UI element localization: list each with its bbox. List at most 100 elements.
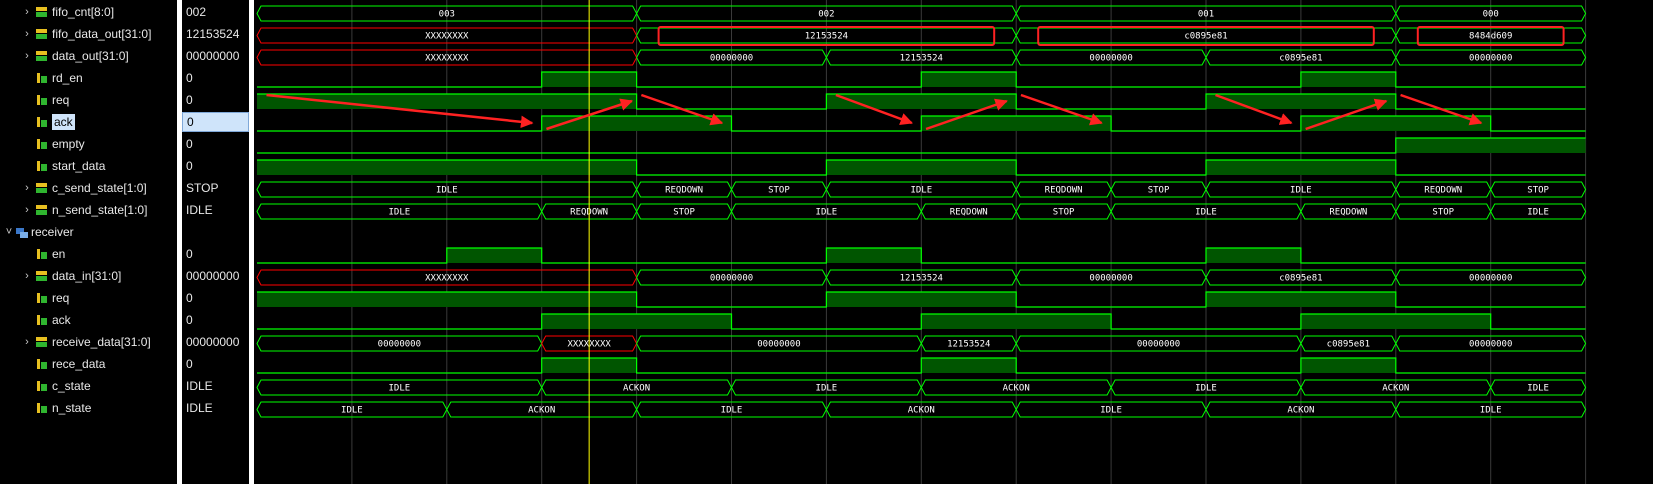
signal-row[interactable]: › data_in[31:0] — [0, 266, 177, 286]
signal-row[interactable]: › receive_data[31:0] — [0, 332, 177, 352]
signal-value: 0 — [186, 71, 193, 85]
bus-value-label: REQDOWN — [950, 208, 988, 218]
signal-value: 0 — [186, 291, 193, 305]
signal-value-cell[interactable]: 00000000 — [182, 46, 249, 66]
signal-value-cell[interactable]: STOP — [182, 178, 249, 198]
bit-signal-icon — [36, 357, 48, 370]
chevron-right-icon[interactable]: › — [22, 27, 32, 41]
bus-value-label: STOP — [1053, 208, 1075, 218]
bus-value-label: IDLE — [389, 208, 411, 218]
bus-value-label: 00000000 — [1089, 54, 1132, 64]
signal-value-cell[interactable]: 0 — [182, 68, 249, 88]
chevron-right-icon[interactable]: › — [22, 49, 32, 63]
signal-value-cell[interactable] — [182, 222, 249, 242]
signal-row[interactable]: n_state — [0, 398, 177, 418]
signal-row[interactable]: › fifo_cnt[8:0] — [0, 2, 177, 22]
signal-value-cell[interactable]: 0 — [182, 156, 249, 176]
bus-value-label: ACKON — [908, 406, 935, 416]
signal-name: data_out[31:0] — [52, 49, 129, 63]
bus-value-label: 12153524 — [900, 274, 943, 284]
signal-value-cell[interactable]: 0 — [182, 354, 249, 374]
bus-value-label: ACKON — [1003, 384, 1030, 394]
chevron-right-icon[interactable]: › — [22, 335, 32, 349]
signal-row[interactable]: ack — [0, 112, 177, 132]
bus-value-label: IDLE — [721, 406, 743, 416]
bus-value-label: 00000000 — [757, 340, 800, 350]
signal-high-fill — [921, 116, 1112, 131]
waveform-canvas[interactable]: 003 002 001 000 XXXXXXXX 12153524 c0895e81 8484… — [254, 0, 1653, 484]
bus-signal-icon — [36, 49, 48, 62]
signal-row[interactable]: › data_out[31:0] — [0, 46, 177, 66]
bit-signal-icon — [36, 115, 48, 128]
signal-row[interactable]: empty — [0, 134, 177, 154]
signal-value: 00000000 — [186, 269, 240, 283]
signal-high-fill — [826, 248, 922, 263]
bus-value-label: IDLE — [1480, 406, 1502, 416]
signal-name: c_state — [52, 379, 91, 393]
signal-row[interactable]: start_data — [0, 156, 177, 176]
signal-name: ack — [52, 313, 71, 327]
bus-value-label: 00000000 — [1137, 340, 1180, 350]
chevron-down-icon[interactable]: ˅ — [4, 225, 14, 239]
bus-value-label: 00000000 — [1469, 274, 1512, 284]
bit-signal-icon — [36, 159, 48, 172]
signal-row[interactable]: › fifo_data_out[31:0] — [0, 24, 177, 44]
signal-value-cell[interactable]: 00000000 — [182, 332, 249, 352]
signal-name: fifo_cnt[8:0] — [52, 5, 115, 19]
signal-value: 0 — [186, 247, 193, 261]
signal-row[interactable]: rece_data — [0, 354, 177, 374]
signal-value-cell[interactable]: 0 — [182, 112, 249, 132]
signal-value: 0 — [186, 159, 193, 173]
signal-row[interactable]: req — [0, 288, 177, 308]
signal-value-cell[interactable]: 0 — [182, 90, 249, 110]
bit-signal-icon — [36, 137, 48, 150]
bus-value-label: IDLE — [1290, 186, 1312, 196]
bit-signal-icon — [36, 93, 48, 106]
signal-value-cell[interactable]: 0 — [182, 244, 249, 264]
chevron-right-icon[interactable]: › — [22, 181, 32, 195]
bus-signal-icon — [36, 181, 48, 194]
signal-high-fill — [1300, 116, 1491, 131]
signal-row[interactable]: c_state — [0, 376, 177, 396]
signal-high-fill — [446, 248, 542, 263]
chevron-right-icon[interactable]: › — [22, 5, 32, 19]
chevron-right-icon[interactable]: › — [22, 203, 32, 217]
signal-value-cell[interactable]: IDLE — [182, 398, 249, 418]
signal-value-cell[interactable]: IDLE — [182, 376, 249, 396]
signal-name: receive_data[31:0] — [52, 335, 151, 349]
signal-value-cell[interactable]: 00000000 — [182, 266, 249, 286]
signal-row[interactable]: ˅ receiver — [0, 222, 177, 242]
signal-name: req — [52, 93, 70, 107]
signal-high-fill — [1300, 72, 1396, 87]
signal-row[interactable]: en — [0, 244, 177, 264]
signal-row[interactable]: req — [0, 90, 177, 110]
bit-signal-icon — [36, 401, 48, 414]
signal-value-cell[interactable]: 0 — [182, 288, 249, 308]
bus-value-label: XXXXXXXX — [425, 54, 469, 64]
signal-high-fill — [257, 94, 637, 109]
bit-signal-icon — [36, 379, 48, 392]
bus-value-label: 00000000 — [1469, 54, 1512, 64]
signal-value: 002 — [186, 5, 207, 19]
signal-name: receiver — [31, 225, 74, 239]
signal-row[interactable]: ack — [0, 310, 177, 330]
signal-value-cell[interactable]: IDLE — [182, 200, 249, 220]
signal-value: 0 — [187, 115, 194, 129]
signal-value-cell[interactable]: 0 — [182, 310, 249, 330]
bus-value-label: ACKON — [623, 384, 650, 394]
bus-signal-icon — [36, 203, 48, 216]
signal-high-fill — [1395, 138, 1586, 153]
signal-name: rece_data — [52, 357, 106, 371]
signal-value-cell[interactable]: 0 — [182, 134, 249, 154]
signal-high-fill — [257, 292, 637, 307]
bus-value-label: REQDOWN — [1045, 186, 1083, 196]
signal-value: 0 — [186, 137, 193, 151]
signal-value-cell[interactable]: 12153524 — [182, 24, 249, 44]
signal-name: fifo_data_out[31:0] — [52, 27, 152, 41]
chevron-right-icon[interactable]: › — [22, 269, 32, 283]
signal-value: 0 — [186, 93, 193, 107]
signal-row[interactable]: › c_send_state[1:0] — [0, 178, 177, 198]
signal-row[interactable]: › n_send_state[1:0] — [0, 200, 177, 220]
signal-value-cell[interactable]: 002 — [182, 2, 249, 22]
signal-row[interactable]: rd_en — [0, 68, 177, 88]
